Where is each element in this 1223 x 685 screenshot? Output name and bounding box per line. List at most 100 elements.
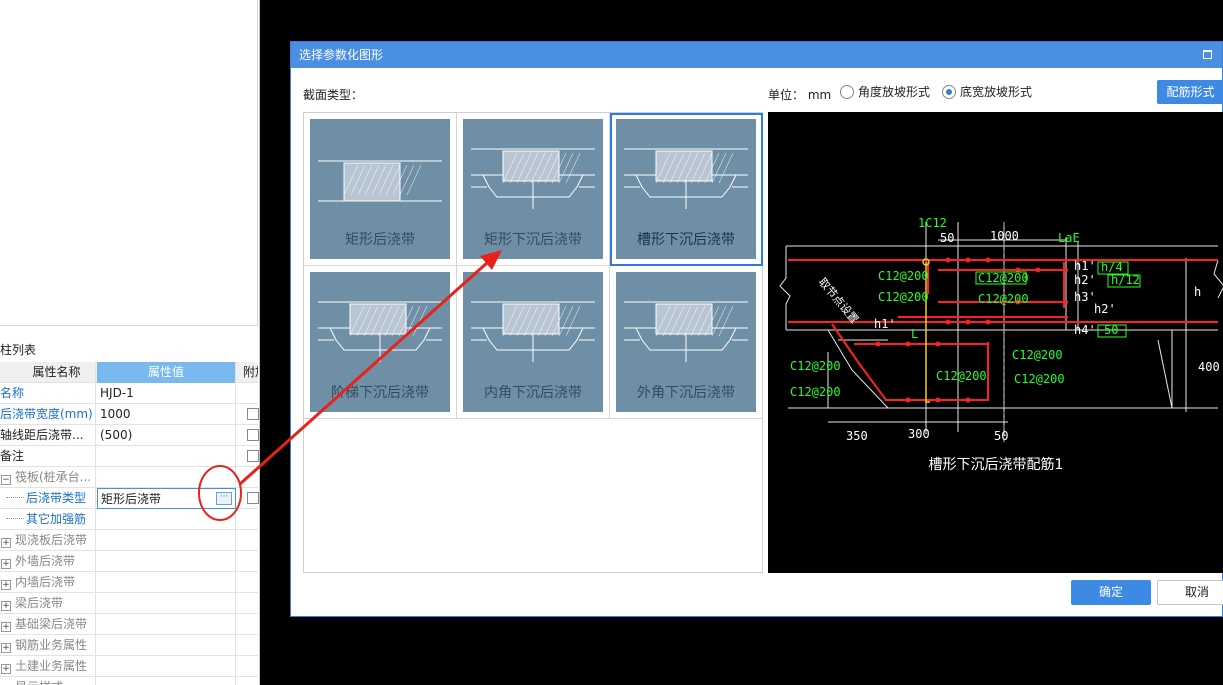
expand-icon[interactable]: + xyxy=(1,538,11,548)
extra-checkbox[interactable] xyxy=(247,492,259,504)
radio-width-slope[interactable]: 底宽放坡形式 xyxy=(942,85,1032,99)
shape-tile[interactable]: 阶梯下沉后浇带 xyxy=(304,266,457,419)
post-cast-type-field[interactable]: 矩形后浇带 ··· xyxy=(97,488,236,509)
label-dim-1000: 1000 xyxy=(990,229,1019,243)
group-row[interactable]: + 内墙后浇带 xyxy=(0,572,258,593)
shape-label: 槽形下沉后浇带 xyxy=(637,232,735,248)
header-property-name: 属性名称 xyxy=(0,362,96,383)
sub-type-name: 后浇带类型 xyxy=(26,491,87,505)
post-cast-type-value: 矩形后浇带 xyxy=(101,492,162,506)
shape-thumbnail: 阶梯下沉后浇带 xyxy=(310,272,450,412)
property-table: 属性名称 属性值 附加 名称 HJD-1 后浇带宽度(mm) 1000 轴线距后… xyxy=(0,362,259,685)
sub-other-name: 其它加强筋 xyxy=(26,512,87,526)
rebar-drawing: 1C12 50 1000 LaE h1' h/4 h2' h/12 h3' h2… xyxy=(779,216,1223,443)
group-name: 现浇板后浇带 xyxy=(15,533,88,547)
label-h2-top: h2' xyxy=(1074,273,1096,287)
group-row[interactable]: + 现浇板后浇带 xyxy=(0,530,258,551)
group-label: + 梁后浇带 xyxy=(0,593,96,614)
shape-label: 阶梯下沉后浇带 xyxy=(331,385,429,401)
label-dim-350: 350 xyxy=(846,429,868,443)
extra-cell xyxy=(237,446,259,467)
group-row[interactable]: + 梁后浇带 xyxy=(0,593,258,614)
radio-angle-slope[interactable]: 角度放坡形式 xyxy=(840,85,930,99)
shape-tile[interactable]: 矩形后浇带 xyxy=(304,113,457,266)
property-name: 轴线距后浇带... xyxy=(0,425,96,446)
label-h4: h4' xyxy=(1074,323,1096,337)
label-c12-7: C12@200 xyxy=(936,369,987,383)
extra-cell xyxy=(237,572,258,593)
expand-icon[interactable]: + xyxy=(1,643,11,653)
expand-icon[interactable]: + xyxy=(1,580,11,590)
property-table-header: 属性名称 属性值 附加 xyxy=(0,362,258,383)
group-row[interactable]: + 钢筋业务属性 xyxy=(0,635,258,656)
cancel-button[interactable]: 取消 xyxy=(1157,580,1223,605)
table-row[interactable]: 名称 HJD-1 xyxy=(0,383,258,404)
select-parametric-shape-dialog: 选择参数化图形 截面类型： 单位： mm 角度放坡形式 底宽放坡形式 配筋形式 … xyxy=(290,41,1223,617)
group-row[interactable]: + 基础梁后浇带 xyxy=(0,614,258,635)
expand-icon[interactable]: + xyxy=(1,622,11,632)
label-c12-4: C12@200 xyxy=(978,292,1029,306)
extra-cell xyxy=(237,614,258,635)
label-h1-left: h1' xyxy=(874,317,896,331)
radio-icon[interactable] xyxy=(840,85,854,99)
label-h: h xyxy=(1194,285,1201,299)
extra-cell xyxy=(237,635,258,656)
group-name: 梁后浇带 xyxy=(15,596,64,610)
rebar-form-button[interactable]: 配筋形式 xyxy=(1157,80,1223,104)
group-value xyxy=(97,635,236,656)
property-value[interactable]: (500) xyxy=(97,425,236,446)
label-dim-50: 50 xyxy=(940,231,954,245)
table-row[interactable]: 轴线距后浇带... (500) xyxy=(0,425,259,446)
dialog-titlebar[interactable]: 选择参数化图形 xyxy=(291,42,1222,68)
label-c12-1: C12@200 xyxy=(878,269,929,283)
shape-label: 外角下沉后浇带 xyxy=(637,385,735,401)
collapse-icon[interactable]: − xyxy=(1,475,11,485)
label-lae: LaE xyxy=(1058,231,1080,245)
label-h1-top: h1' xyxy=(1074,259,1096,273)
group-row[interactable]: +显示样式 xyxy=(0,677,258,685)
label-dim-300: 300 xyxy=(908,427,930,441)
label-h3: h3' xyxy=(1074,290,1096,304)
table-row-post-cast-type[interactable]: 后浇带类型 矩形后浇带 ··· xyxy=(0,488,259,509)
expand-icon[interactable]: + xyxy=(1,559,11,569)
group-value xyxy=(97,656,236,677)
group-row-raft[interactable]: − 筏板(桩承台... xyxy=(0,467,258,488)
group-label: + 现浇板后浇带 xyxy=(0,530,96,551)
expand-icon[interactable]: + xyxy=(1,664,11,674)
extra-checkbox[interactable] xyxy=(247,429,259,441)
table-row[interactable]: 其它加强筋 xyxy=(0,509,258,530)
group-label: +显示样式 xyxy=(0,677,96,685)
ok-button[interactable]: 确定 xyxy=(1071,580,1151,605)
group-label: + 外墙后浇带 xyxy=(0,551,96,572)
group-name: 筏板(桩承台... xyxy=(15,470,92,484)
property-value[interactable] xyxy=(97,509,236,530)
shape-tile[interactable]: 内角下沉后浇带 xyxy=(457,266,610,419)
extra-cell xyxy=(237,383,258,404)
ellipsis-button[interactable]: ··· xyxy=(216,492,232,505)
extra-cell xyxy=(237,656,258,677)
extra-cell xyxy=(237,677,258,685)
shape-tile[interactable]: 矩形下沉后浇带 xyxy=(457,113,610,266)
property-value[interactable]: HJD-1 xyxy=(97,383,236,404)
label-dim-50c: 50 xyxy=(994,429,1008,443)
table-row[interactable]: 备注 xyxy=(0,446,259,467)
radio-selected-icon[interactable] xyxy=(942,85,956,99)
maximize-icon[interactable] xyxy=(1203,50,1212,59)
group-row[interactable]: + 土建业务属性 xyxy=(0,656,258,677)
group-row[interactable]: + 外墙后浇带 xyxy=(0,551,258,572)
group-value xyxy=(97,530,236,551)
label-slope-setting: 取节点设置 xyxy=(816,276,861,326)
extra-cell xyxy=(237,593,258,614)
shape-thumbnail: 槽形下沉后浇带 xyxy=(616,119,756,259)
extra-checkbox[interactable] xyxy=(247,408,259,420)
table-row[interactable]: 后浇带宽度(mm) 1000 xyxy=(0,404,259,425)
shape-tile[interactable]: 外角下沉后浇带 xyxy=(610,266,763,419)
radio-angle-label: 角度放坡形式 xyxy=(858,85,931,99)
property-value[interactable]: 1000 xyxy=(97,404,236,425)
extra-checkbox[interactable] xyxy=(247,450,259,462)
extra-cell xyxy=(237,425,259,446)
shape-tile[interactable]: 槽形下沉后浇带 xyxy=(610,113,763,266)
property-name: 名称 xyxy=(0,383,96,404)
property-value[interactable] xyxy=(97,446,236,467)
expand-icon[interactable]: + xyxy=(1,601,11,611)
